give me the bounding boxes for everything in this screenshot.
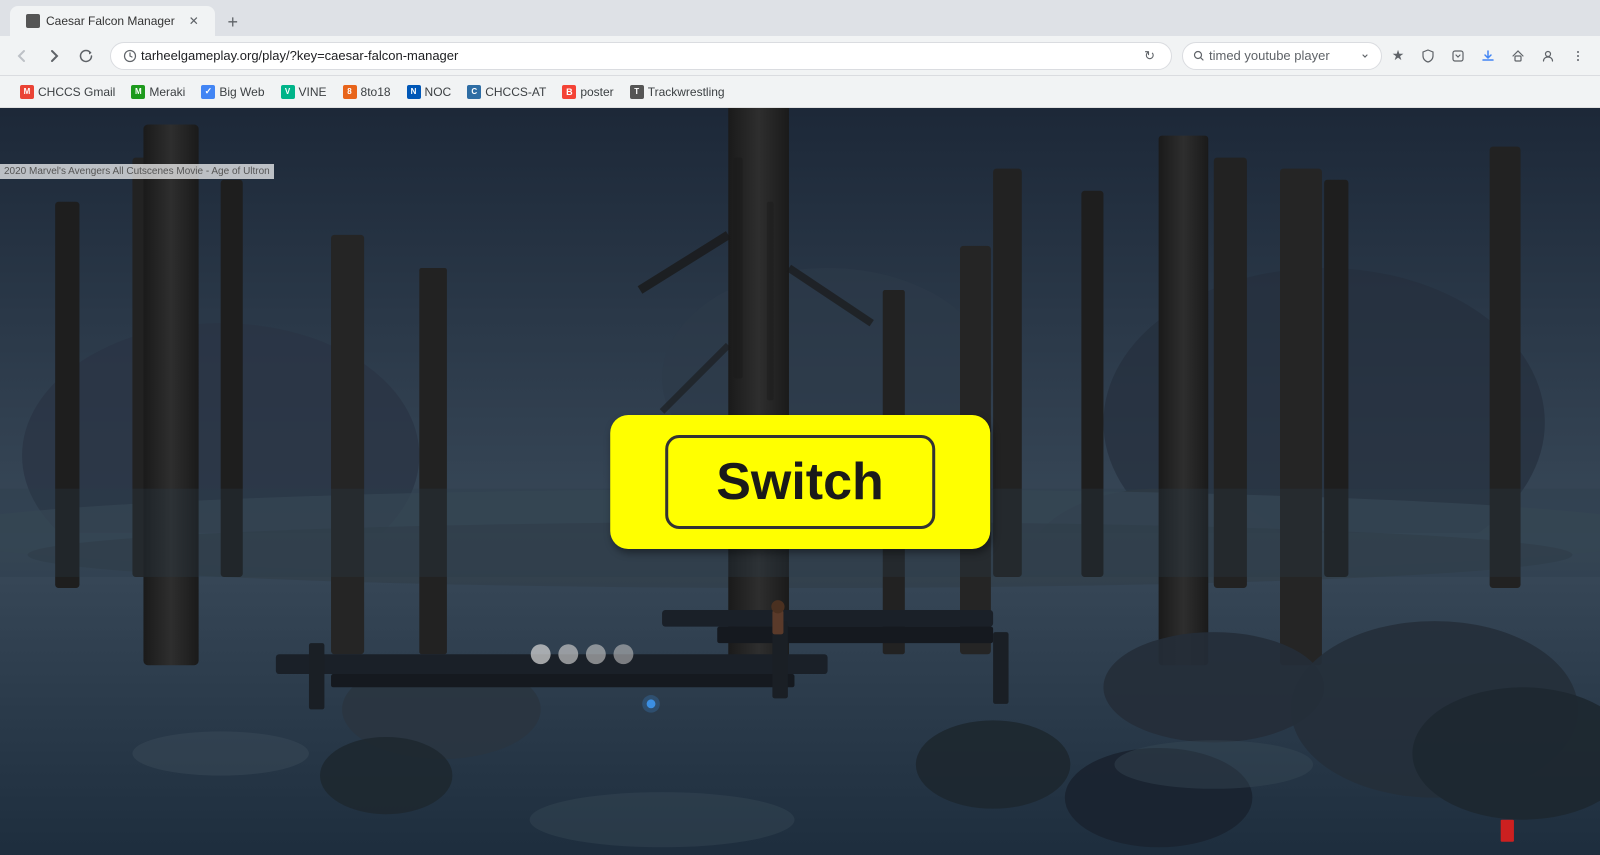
bookmark-poster-label: poster	[580, 85, 613, 99]
bookmark-star-button[interactable]: ★	[1384, 42, 1412, 70]
bookmark-poster[interactable]: B poster	[554, 81, 621, 103]
bookmark-8to18-label: 8to18	[361, 85, 391, 99]
pocket-button[interactable]	[1444, 42, 1472, 70]
bookmark-8to18[interactable]: 8 8to18	[335, 81, 399, 103]
bookmark-trackwrestling[interactable]: T Trackwrestling	[622, 81, 733, 103]
tab-bar: Caesar Falcon Manager ✕ +	[0, 0, 1600, 36]
bookmark-trackwrestling-label: Trackwrestling	[648, 85, 725, 99]
reload-button[interactable]	[72, 42, 100, 70]
search-text: timed youtube player	[1209, 48, 1351, 63]
tab-title: Caesar Falcon Manager	[46, 14, 175, 28]
switch-button[interactable]: Switch	[610, 415, 990, 549]
active-tab[interactable]: Caesar Falcon Manager ✕	[10, 6, 215, 36]
bookmarks-bar: M CHCCS Gmail M Meraki ✓ Big Web V VINE …	[0, 76, 1600, 108]
page-top-text: 2020 Marvel's Avengers All Cutscenes Mov…	[0, 164, 274, 179]
bookmark-bigweb[interactable]: ✓ Big Web	[193, 81, 272, 103]
switch-button-inner: Switch	[665, 435, 935, 529]
url-text: tarheelgameplay.org/play/?key=caesar-fal…	[141, 48, 1140, 63]
bookmark-gmail[interactable]: M CHCCS Gmail	[12, 81, 123, 103]
tab-favicon	[26, 14, 40, 28]
bookmark-vine-label: VINE	[299, 85, 327, 99]
poster-favicon: B	[562, 85, 576, 99]
home-button[interactable]	[1504, 42, 1532, 70]
browser-chrome: Caesar Falcon Manager ✕ + tarheelgamepla…	[0, 0, 1600, 108]
meraki-favicon: M	[131, 85, 145, 99]
toolbar: tarheelgameplay.org/play/?key=caesar-fal…	[0, 36, 1600, 76]
tab-close-icon[interactable]: ✕	[189, 14, 199, 28]
bookmark-meraki-label: Meraki	[149, 85, 185, 99]
back-button[interactable]	[8, 42, 36, 70]
bookmark-meraki[interactable]: M Meraki	[123, 81, 193, 103]
bookmark-chccs[interactable]: C CHCCS-AT	[459, 81, 554, 103]
noc-favicon: N	[407, 85, 421, 99]
trackwrestling-favicon: T	[630, 85, 644, 99]
gmail-favicon: M	[20, 85, 34, 99]
download-button[interactable]	[1474, 42, 1502, 70]
vine-favicon: V	[281, 85, 295, 99]
reload-small-button[interactable]: ↻	[1140, 48, 1159, 64]
search-bar[interactable]: timed youtube player	[1182, 42, 1382, 70]
bookmark-noc-label: NOC	[425, 85, 452, 99]
bigweb-favicon: ✓	[201, 85, 215, 99]
switch-button-label: Switch	[716, 453, 884, 511]
bookmark-chccs-label: CHCCS-AT	[485, 85, 546, 99]
toolbar-icons: timed youtube player ★	[1182, 42, 1592, 70]
forward-button[interactable]	[40, 42, 68, 70]
url-bar[interactable]: tarheelgameplay.org/play/?key=caesar-fal…	[110, 42, 1172, 70]
page-content: 2020 Marvel's Avengers All Cutscenes Mov…	[0, 108, 1600, 855]
bookmark-noc[interactable]: N NOC	[399, 81, 460, 103]
bookmark-gmail-label: CHCCS Gmail	[38, 85, 115, 99]
bookmark-bigweb-label: Big Web	[219, 85, 264, 99]
game-scene: Switch	[0, 108, 1600, 855]
new-tab-button[interactable]: +	[219, 8, 247, 36]
shields-button[interactable]	[1414, 42, 1442, 70]
chccs-favicon: C	[467, 85, 481, 99]
profile-button[interactable]	[1534, 42, 1562, 70]
8to18-favicon: 8	[343, 85, 357, 99]
menu-button[interactable]	[1564, 42, 1592, 70]
switch-button-container: Switch	[610, 415, 990, 549]
bookmark-vine[interactable]: V VINE	[273, 81, 335, 103]
